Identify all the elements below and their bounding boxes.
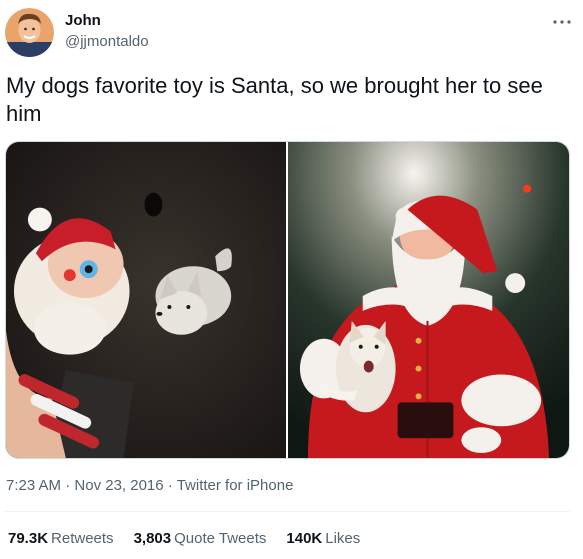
retweets-stat[interactable]: 79.3K Retweets xyxy=(8,529,114,549)
author-handle[interactable]: @jjmontaldo xyxy=(65,32,149,52)
retweets-count: 79.3K xyxy=(8,530,49,547)
tweet-meta: 7:23 AM · Nov 23, 2016 · Twitter for iPh… xyxy=(6,476,293,496)
meta-separator: · xyxy=(65,477,71,494)
divider xyxy=(5,511,570,512)
quote-tweets-count: 3,803 xyxy=(133,530,172,547)
tweet: John @jjmontaldo My dogs favorite toy is… xyxy=(0,0,583,559)
tweet-header: John @jjmontaldo xyxy=(5,8,580,60)
tweet-text: My dogs favorite toy is Santa, so we bro… xyxy=(6,73,543,126)
avatar[interactable] xyxy=(5,8,54,57)
tweet-date[interactable]: Nov 23, 2016 xyxy=(74,477,163,494)
quote-tweets-stat[interactable]: 3,803 Quote Tweets xyxy=(134,529,267,549)
likes-label: Likes xyxy=(325,530,361,547)
tweet-stats: 79.3K Retweets 3,803 Quote Tweets 140K Like… xyxy=(8,529,360,549)
tweet-source[interactable]: Twitter for iPhone xyxy=(177,477,294,494)
tweet-media xyxy=(5,141,570,459)
author-name[interactable]: John xyxy=(65,12,149,30)
meta-separator: · xyxy=(167,477,173,494)
tweet-time[interactable]: 7:23 AM xyxy=(6,477,61,494)
likes-count: 140K xyxy=(286,530,323,547)
quote-tweets-label: Quote Tweets xyxy=(174,530,267,547)
author-block: John @jjmontaldo xyxy=(65,12,149,52)
photo-dog-with-santa-toy[interactable] xyxy=(6,142,286,458)
likes-stat[interactable]: 140K Likes xyxy=(286,529,360,549)
retweets-label: Retweets xyxy=(51,530,114,547)
photo-dog-with-santa[interactable] xyxy=(288,142,569,458)
more-horizontal-icon[interactable] xyxy=(550,12,574,32)
